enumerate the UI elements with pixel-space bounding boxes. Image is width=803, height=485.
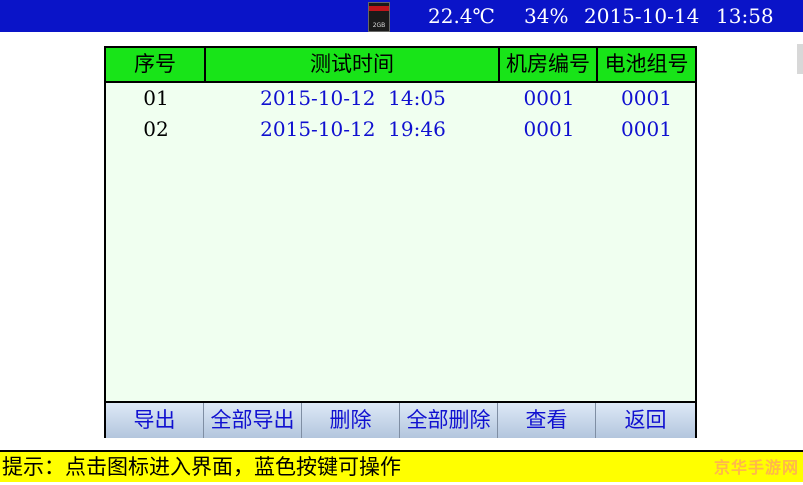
cell-group-no: 0001: [621, 117, 672, 141]
delete-button[interactable]: 删除: [302, 403, 400, 438]
hint-bar: 提示：点击图标进入界面，蓝色按键可操作 京华手游网: [0, 450, 803, 482]
date-readout: 2015-10-14: [584, 4, 700, 28]
hint-text: 提示：点击图标进入界面，蓝色按键可操作: [2, 455, 401, 479]
status-bar: 2GB 22.4℃ 34% 2015-10-14 13:58: [0, 0, 803, 32]
view-button[interactable]: 查看: [498, 403, 596, 438]
back-button[interactable]: 返回: [596, 403, 695, 438]
sd-card-capacity: 2GB: [372, 22, 386, 29]
sd-card-icon: 2GB: [368, 2, 390, 32]
watermark: 京华手游网: [713, 458, 799, 477]
cell-index: 01: [143, 86, 169, 110]
cell-index: 02: [143, 117, 169, 141]
action-button-bar: 导出 全部导出 删除 全部删除 查看 返回: [106, 401, 695, 438]
temperature-readout: 22.4℃: [428, 4, 495, 28]
cell-room-no: 0001: [523, 86, 575, 110]
header-room-no: 机房编号: [500, 48, 598, 81]
cell-test-time: 2015-10-12 14:05: [260, 86, 446, 110]
table-header: 序号 测试时间 机房编号 电池组号: [106, 48, 695, 83]
record-list-panel: 序号 测试时间 机房编号 电池组号 01 2015-10-12 14:05 00…: [104, 46, 697, 438]
header-test-time: 测试时间: [206, 48, 500, 81]
delete-all-button[interactable]: 全部删除: [400, 403, 498, 438]
humidity-readout: 34%: [524, 4, 569, 28]
export-button[interactable]: 导出: [106, 403, 204, 438]
header-index: 序号: [106, 48, 206, 81]
time-readout: 13:58: [716, 4, 774, 28]
edge-strip: [797, 44, 803, 74]
table-row[interactable]: 01 2015-10-12 14:05 0001 0001: [106, 83, 695, 114]
header-group-no: 电池组号: [604, 52, 689, 76]
table-row[interactable]: 02 2015-10-12 19:46 0001 0001: [106, 114, 695, 145]
cell-test-time: 2015-10-12 19:46: [260, 117, 446, 141]
export-all-button[interactable]: 全部导出: [204, 403, 302, 438]
cell-room-no: 0001: [523, 117, 575, 141]
cell-group-no: 0001: [621, 86, 672, 110]
